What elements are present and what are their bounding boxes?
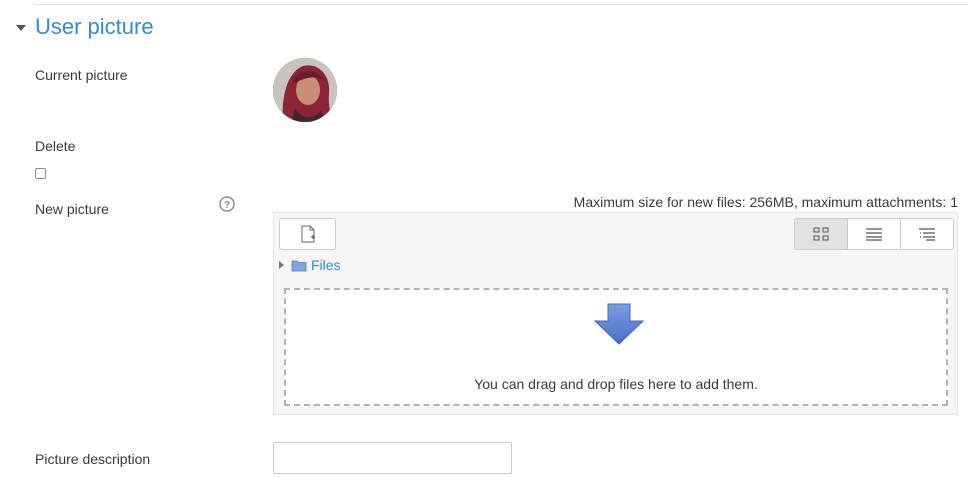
- picture-description-label: Picture description: [35, 451, 151, 467]
- max-size-info: Maximum size for new files: 256MB, maxim…: [573, 194, 958, 210]
- avatar-image: [273, 58, 337, 122]
- expand-arrow-icon[interactable]: [279, 261, 284, 269]
- breadcrumb: Files: [279, 257, 341, 273]
- svg-text:?: ?: [224, 200, 230, 211]
- tree-view-icon: [919, 228, 935, 241]
- breadcrumb-files-link[interactable]: Files: [311, 257, 341, 273]
- file-manager: Files You can drag and drop files here t…: [273, 212, 958, 415]
- view-mode-toggle: [794, 218, 954, 250]
- add-file-icon: [301, 225, 315, 243]
- delete-label: Delete: [35, 138, 76, 154]
- icons-view-icon: [813, 227, 829, 241]
- add-file-button[interactable]: [279, 218, 336, 250]
- caret-down-icon[interactable]: [16, 25, 26, 31]
- avatar: [273, 58, 337, 122]
- list-view-icon: [866, 228, 882, 241]
- download-arrow-icon: [594, 303, 644, 345]
- current-picture-label: Current picture: [35, 67, 128, 83]
- top-divider: [34, 4, 968, 5]
- list-view-button[interactable]: [847, 219, 900, 249]
- tree-view-button[interactable]: [900, 219, 953, 249]
- delete-checkbox[interactable]: [35, 168, 46, 179]
- new-picture-label: New picture: [35, 201, 109, 217]
- picture-description-input[interactable]: [273, 442, 512, 474]
- icons-view-button[interactable]: [795, 219, 847, 249]
- help-icon[interactable]: ?: [219, 196, 235, 212]
- drop-zone-text: You can drag and drop files here to add …: [474, 376, 758, 392]
- section-title[interactable]: User picture: [35, 14, 154, 40]
- folder-icon: [291, 260, 307, 271]
- drop-zone[interactable]: You can drag and drop files here to add …: [284, 288, 948, 406]
